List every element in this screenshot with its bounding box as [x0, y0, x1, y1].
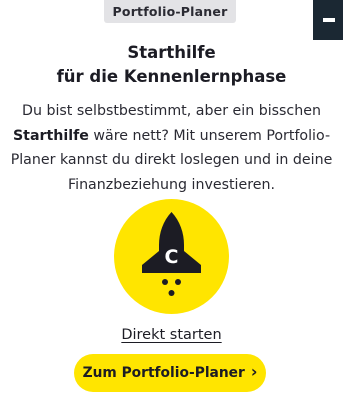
- chevron-right-icon: ›: [250, 362, 258, 381]
- portfolio-planer-button[interactable]: Zum Portfolio-Planer ›: [74, 354, 266, 392]
- hamburger-menu-icon[interactable]: [323, 17, 335, 23]
- intro-text-start: Du bist selbstbestimmt, aber ein bissche…: [22, 103, 321, 119]
- direkt-starten-container: Direkt starten: [0, 325, 343, 345]
- menu-button[interactable]: [313, 0, 343, 40]
- page-title: Starthilfe für die Kennenlernphase: [0, 41, 343, 89]
- intro-text: Du bist selbstbestimmt, aber ein bissche…: [6, 99, 337, 197]
- page-title-line-1: Starthilfe: [127, 43, 216, 62]
- rocket-letter: C: [165, 246, 179, 268]
- rocket-icon: C: [114, 199, 229, 314]
- portfolio-planer-badge: Portfolio-Planer: [104, 0, 236, 23]
- intro-text-emphasis: Starthilfe: [12, 127, 89, 144]
- page-title-line-2: für die Kennenlernphase: [56, 67, 287, 86]
- direkt-starten-link[interactable]: Direkt starten: [121, 327, 221, 343]
- portfolio-planer-button-label: Zum Portfolio-Planer: [82, 365, 245, 381]
